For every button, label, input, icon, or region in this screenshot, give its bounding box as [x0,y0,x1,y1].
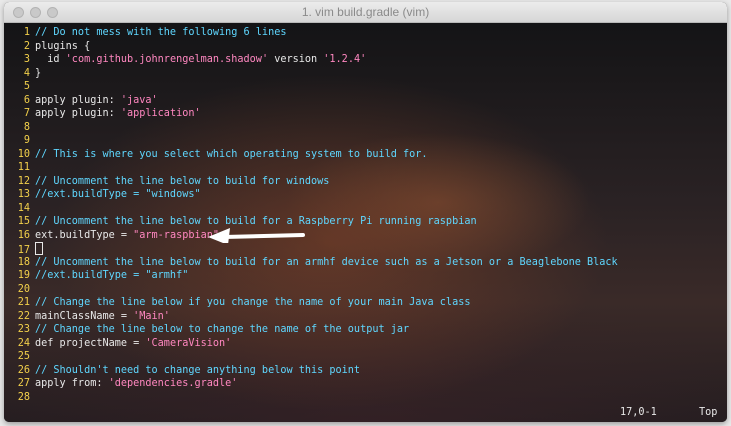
title-bar: 1. vim build.gradle (vim) [4,2,727,23]
code-line[interactable]: 6 apply plugin: 'java' [6,94,618,108]
line-number: 24 [17,337,30,349]
line-number: 25 [17,351,30,362]
code-line[interactable]: 25 [6,350,618,364]
code-string: 'Main' [133,310,170,322]
code-string: 'java' [120,94,158,106]
code-line[interactable]: 13 //ext.buildType = "windows" [6,188,618,202]
code-line[interactable]: 23 // Change the line below to change the… [6,323,618,337]
cursor-position: 17,0-1 [620,407,657,418]
line-number: 8 [23,121,30,133]
line-number: 26 [17,364,30,376]
code-line[interactable]: 27 apply from: 'dependencies.gradle' [6,377,618,391]
code-comment: // Uncomment the line below to build for… [35,175,330,187]
line-number: 14 [17,202,30,214]
code-string: 'application' [120,108,201,119]
line-number: 27 [17,378,30,389]
code-string: 'com.github.johnrengelman.shadow' [65,54,269,65]
line-number: 28 [17,391,30,403]
line-number: 21 [17,297,30,308]
line-number: 16 [17,229,30,241]
line-number: 10 [17,148,30,160]
line-number: 2 [23,40,30,52]
code-line[interactable]: 28 [6,391,618,405]
code-line[interactable]: 17 [6,242,618,256]
code-line[interactable]: 5 [6,80,618,94]
vim-editor[interactable]: 1 // Do not mess with the following 6 lin… [4,23,727,422]
code-line[interactable]: 22 mainClassName = 'Main' [6,310,618,324]
code-text: version [268,54,324,65]
code-line[interactable]: 7 apply plugin: 'application' [6,107,618,121]
code-text: ext.buildType = [35,229,134,241]
code-comment: // Uncomment the line below to build for… [35,256,618,268]
code-comment: // Shouldn't need to change anything bel… [35,364,361,376]
code-text: apply plugin: [35,94,121,106]
code-line[interactable]: 10 // This is where you select which oper… [6,148,618,162]
terminal-window: 1. vim build.gradle (vim) 1 // Do not mes… [4,2,727,422]
code-text: def projectName = [35,337,146,349]
line-number: 18 [17,256,30,268]
code-string: 'CameraVision' [145,337,232,349]
code-string: 'dependencies.gradle' [108,378,238,389]
line-number: 3 [23,54,30,65]
code-comment: // Change the line below if you change t… [35,297,471,308]
code-comment: // This is where you select which operat… [35,148,428,160]
window-title: 1. vim build.gradle (vim) [301,5,430,19]
code-line[interactable]: 24 def projectName = 'CameraVision' [6,337,618,351]
pointer-arrow-icon [208,228,305,243]
line-number: 23 [17,324,30,335]
code-line[interactable]: 20 [6,283,618,297]
code-line[interactable]: 19 //ext.buildType = "armhf" [6,269,618,283]
code-text: id [35,54,66,65]
vim-status-line: 17,0-1 Top [4,406,727,420]
code-comment: // Change the line below to change the n… [35,324,410,335]
line-number: 22 [17,310,30,322]
line-number: 1 [23,27,30,38]
line-number: 7 [23,108,30,119]
code-line[interactable]: 8 [6,121,618,135]
line-number: 13 [17,189,30,200]
code-line[interactable]: 21 // Change the line below if you change… [6,296,618,310]
code-line[interactable]: 14 [6,202,618,216]
scroll-position: Top [699,407,718,418]
line-number: 6 [23,94,30,106]
code-text: } [35,67,42,79]
code-line[interactable]: 26 // Shouldn't need to change anything b… [6,364,618,378]
code-line[interactable]: 1 // Do not mess with the following 6 lin… [6,26,618,40]
code-text: apply from: [35,378,109,389]
code-string: '1.2.4' [323,54,367,65]
line-number: 5 [23,81,30,92]
code-line[interactable]: 4} [6,67,618,81]
code-line[interactable]: 3 id 'com.github.johnrengelman.shadow' v… [6,53,618,67]
line-number: 9 [23,135,30,146]
line-number: 19 [17,270,30,281]
code-text: plugins { [35,40,91,52]
code-comment: // Do not mess with the following 6 line… [35,27,287,38]
code-line[interactable]: 16 ext.buildType = "arm-raspbian" [6,229,618,243]
code-line[interactable]: 18 // Uncomment the line below to build f… [6,256,618,270]
code-line[interactable]: 9 [6,134,618,148]
line-number: 4 [23,67,30,79]
text-cursor [35,242,43,255]
code-comment: //ext.buildType = "windows" [35,189,201,200]
line-number: 11 [17,162,30,173]
code-line[interactable]: 2 plugins { [6,40,618,54]
line-number: 12 [17,175,30,187]
code-comment: //ext.buildType = "armhf" [35,270,189,281]
editor-buffer[interactable]: 1 // Do not mess with the following 6 lin… [6,26,618,404]
code-comment: // Uncomment the line below to build for… [35,216,477,227]
code-line[interactable]: 11 [6,161,618,175]
line-number: 20 [17,283,30,295]
code-line[interactable]: 12 // Uncomment the line below to build f… [6,175,618,189]
code-text: apply plugin: [35,108,121,119]
line-number: 15 [17,216,30,227]
code-text: mainClassName = [35,310,134,322]
code-line[interactable]: 15 // Uncomment the line below to build f… [6,215,618,229]
